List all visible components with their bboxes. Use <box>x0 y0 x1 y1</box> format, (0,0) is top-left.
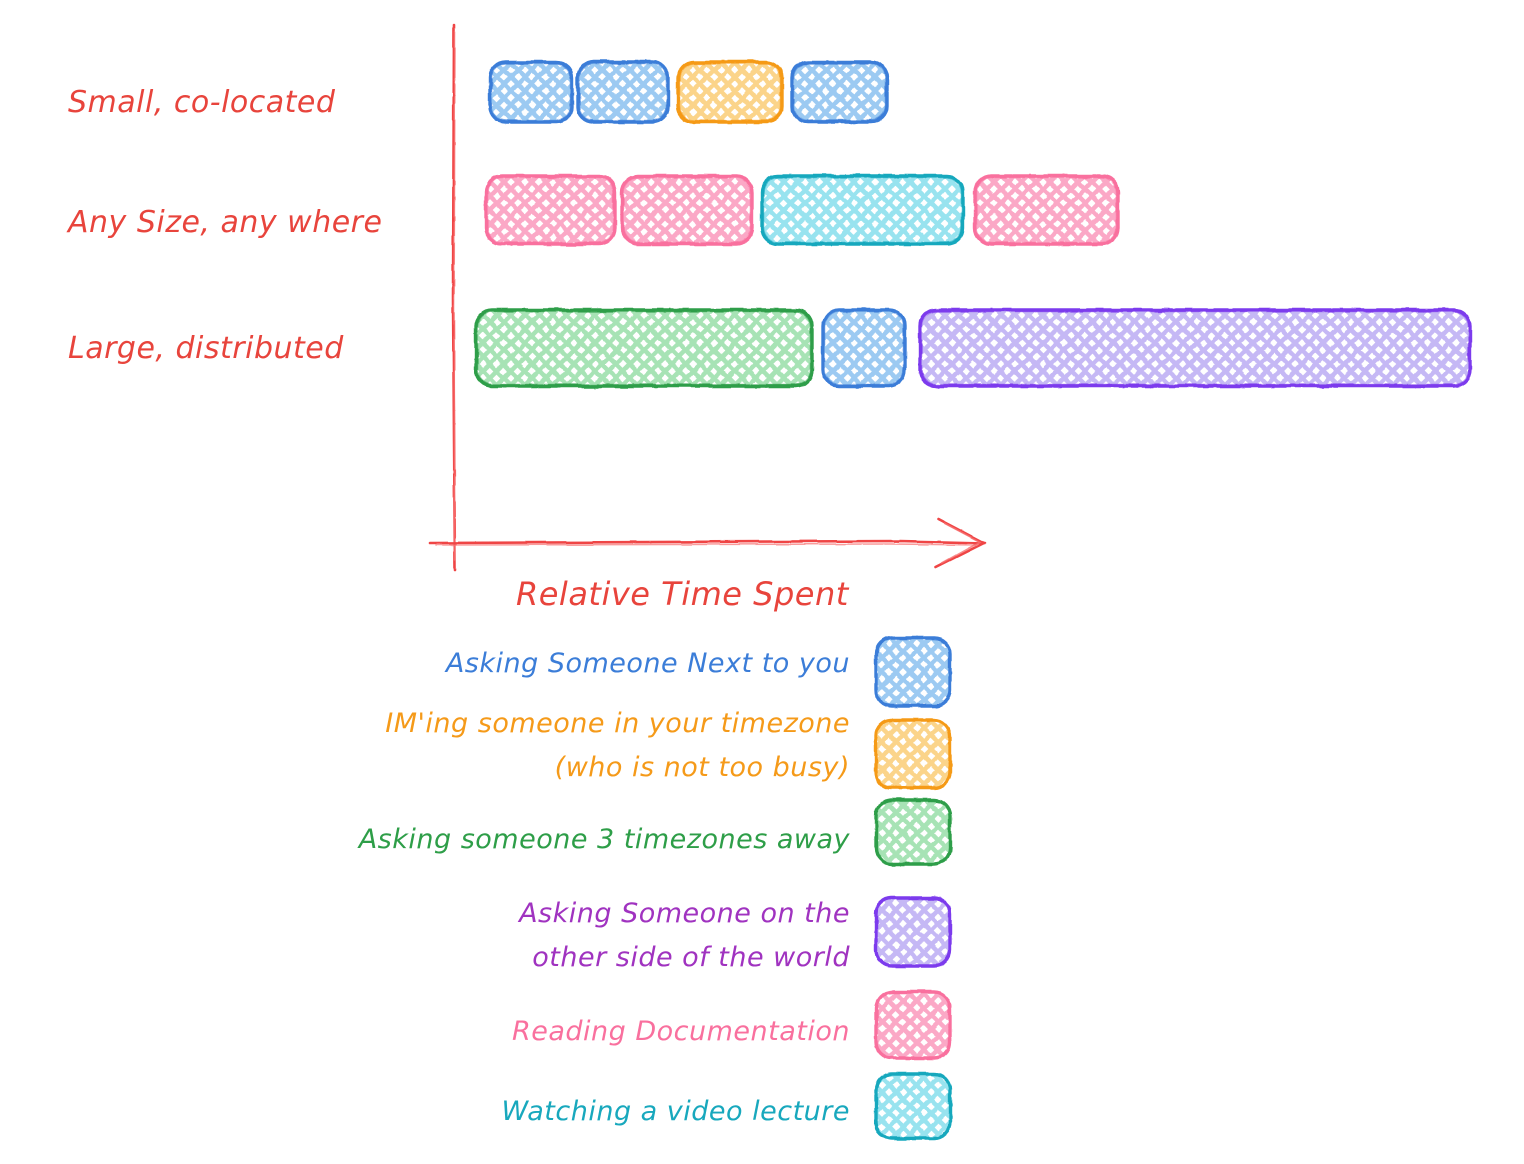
bar-segment-fill <box>975 176 1118 244</box>
bar-segment-fill <box>490 62 572 122</box>
bar-segment-fill <box>678 62 782 122</box>
bar-segment-fill <box>486 176 615 244</box>
bar-segment-fill <box>823 310 905 386</box>
legend-swatch[interactable] <box>874 896 952 968</box>
y-label-any-size-anywhere: Any Size, any where <box>66 205 382 240</box>
legend-item-label: Asking Someone Next to you <box>444 648 850 679</box>
x-axis-line <box>428 539 987 545</box>
legend-item[interactable]: Asking someone 3 timezones away <box>357 798 952 866</box>
bar-segment-fill <box>762 176 963 244</box>
bar-segment-fill <box>920 310 1470 386</box>
legend-item-label-line2: other side of the world <box>532 942 850 973</box>
legend-item[interactable]: Asking Someone on the other side of the w… <box>517 896 952 973</box>
legend-item[interactable]: Asking Someone Next to you <box>444 636 952 708</box>
legend-swatch[interactable] <box>874 718 952 790</box>
legend-swatch-fill <box>876 720 950 788</box>
hand-drawn-bar-chart: Small, co-located Any Size, any where La… <box>66 23 1472 1140</box>
legend-item-label: Asking Someone on the <box>517 898 850 929</box>
legend-swatch[interactable] <box>874 1072 952 1140</box>
x-axis-line-overdraw <box>435 543 981 546</box>
bar-row <box>484 174 1120 246</box>
legend-item-label-line2: (who is not too busy) <box>555 752 850 783</box>
legend-item-label: Watching a video lecture <box>502 1096 850 1127</box>
bar-segment-fill <box>622 176 752 244</box>
legend-swatch-fill <box>876 992 950 1058</box>
bar-segment-fill <box>792 62 887 122</box>
legend-item-label: Reading Documentation <box>512 1016 850 1047</box>
y-label-small-colocated: Small, co-located <box>68 85 336 120</box>
legend-item-label: IM'ing someone in your timezone <box>385 708 850 739</box>
legend-swatch[interactable] <box>874 636 952 708</box>
bars-layer <box>474 60 1472 388</box>
legend-swatch[interactable] <box>874 798 952 866</box>
y-label-large-distributed: Large, distributed <box>68 331 344 366</box>
legend-swatch-fill <box>876 898 950 966</box>
bar-segment-fill <box>476 310 812 386</box>
legend: Asking Someone Next to you IM'ing someone… <box>357 636 952 1140</box>
bar-row <box>474 308 1472 388</box>
bar-segment-fill <box>578 62 668 122</box>
bar-row <box>488 60 889 124</box>
legend-item[interactable]: Watching a video lecture <box>502 1072 952 1140</box>
legend-swatch-fill <box>876 800 950 864</box>
legend-swatch-fill <box>876 638 950 706</box>
y-axis-line-overdraw <box>453 31 456 561</box>
x-axis-title: Relative Time Spent <box>516 575 850 613</box>
legend-swatch[interactable] <box>874 990 952 1060</box>
legend-item[interactable]: IM'ing someone in your timezone (who is n… <box>385 708 952 790</box>
chart-canvas: Small, co-located Any Size, any where La… <box>0 0 1524 1164</box>
category-labels: Small, co-located Any Size, any where La… <box>66 85 382 366</box>
legend-swatch-fill <box>876 1074 950 1138</box>
legend-item-label: Asking someone 3 timezones away <box>357 824 851 855</box>
legend-item[interactable]: Reading Documentation <box>512 990 952 1060</box>
